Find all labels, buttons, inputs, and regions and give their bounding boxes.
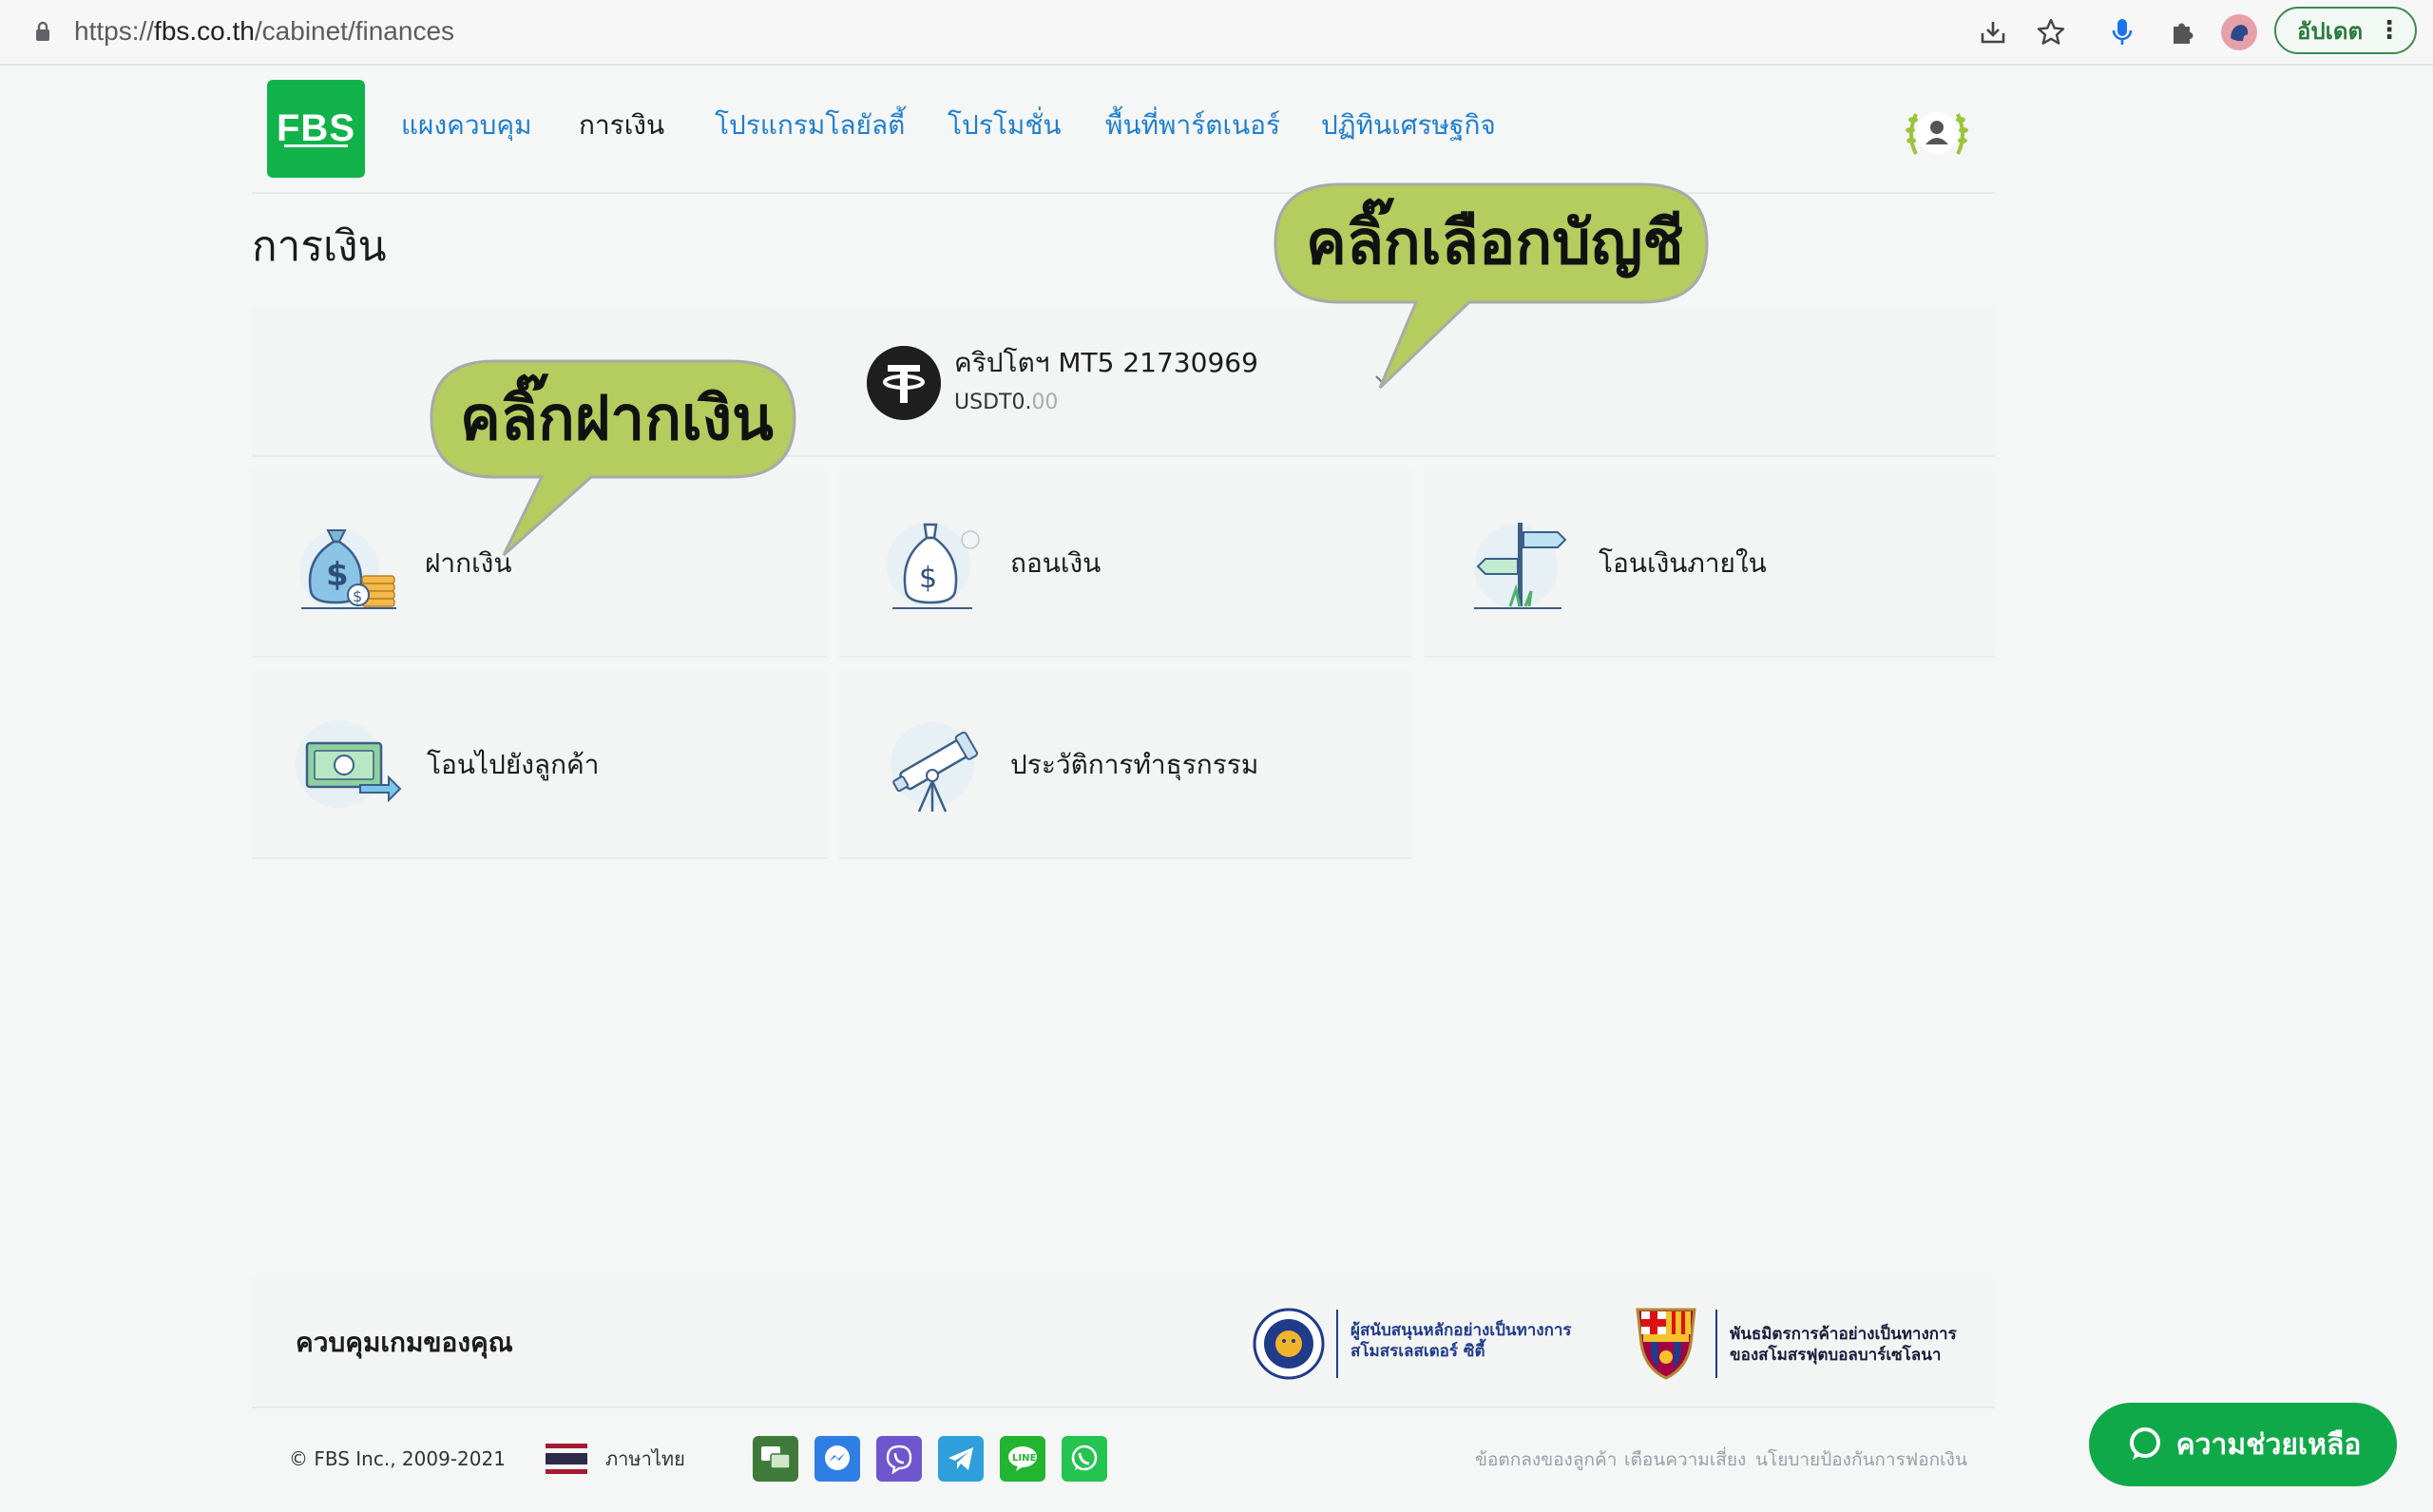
- svg-text:$: $: [919, 562, 937, 595]
- language-selector[interactable]: ภาษาไทย: [605, 1445, 685, 1473]
- transfer-to-client-label: โอนไปยังลูกค้า: [427, 749, 600, 780]
- user-avatar-icon[interactable]: [1903, 99, 1971, 167]
- profile-avatar-icon[interactable]: [2220, 13, 2258, 51]
- viber-icon[interactable]: [876, 1436, 922, 1482]
- copyright: © FBS Inc., 2009-2021: [289, 1447, 506, 1470]
- account-name: คริปโตฯ MT5 21730969: [954, 347, 1258, 378]
- more-menu-icon[interactable]: ⋮: [2377, 18, 2402, 43]
- url-path: /cabinet/finances: [254, 16, 455, 46]
- sponsor1-line1: ผู้สนับสนุนหลักอย่างเป็นทางการ: [1351, 1321, 1572, 1340]
- balance-main: USDT0.: [954, 391, 1032, 414]
- deposit-callout-text: คลิ๊กฝากเงิน: [460, 384, 774, 454]
- tether-usdt-icon: [867, 346, 941, 420]
- telegram-icon[interactable]: [938, 1436, 984, 1482]
- sponsor1-text[interactable]: ผู้สนับสนุนหลักอย่างเป็นทางการ สโมสรเลสเ…: [1351, 1320, 1572, 1362]
- line-icon[interactable]: LINE: [1000, 1436, 1045, 1482]
- messenger-icon[interactable]: [814, 1436, 860, 1482]
- transfer-to-client-tile[interactable]: โอนไปยังลูกค้า: [252, 671, 826, 859]
- help-label: ความช่วยเหลือ: [2175, 1427, 2362, 1462]
- thailand-flag-icon[interactable]: [546, 1444, 587, 1474]
- transaction-history-label: ประวัติการทำธุรกรรม: [1010, 749, 1259, 780]
- leicester-city-crest-icon[interactable]: [1253, 1308, 1325, 1380]
- nav-finances[interactable]: การเงิน: [579, 106, 664, 144]
- withdraw-tile[interactable]: $ ถอนเงิน: [839, 469, 1411, 658]
- livechat-icon[interactable]: [753, 1436, 798, 1482]
- footer-link-aml-policy[interactable]: นโยบายป้องกันการฟอกเงิน: [1755, 1446, 1967, 1473]
- fc-barcelona-crest-icon[interactable]: [1632, 1306, 1700, 1380]
- fbs-logo[interactable]: FBS: [267, 80, 365, 178]
- nav-promotions[interactable]: โปรโมชั่น: [948, 106, 1062, 144]
- microphone-icon[interactable]: [2103, 13, 2141, 51]
- url-prefix: https://: [74, 16, 155, 46]
- nav-dashboard[interactable]: แผงควบคุม: [401, 106, 532, 144]
- help-chat-button[interactable]: ความช่วยเหลือ: [2089, 1403, 2397, 1486]
- sponsor2-line1: พันธมิตรการค้าอย่างเป็นทางการ: [1730, 1325, 1957, 1344]
- withdraw-label: ถอนเงิน: [1010, 547, 1102, 579]
- transaction-history-tile[interactable]: ประวัติการทำธุรกรรม: [839, 671, 1411, 859]
- money-bag-icon: $: [887, 523, 980, 609]
- nav-loyalty-program[interactable]: โปรแกรมโลยัลตี้: [715, 106, 905, 144]
- extensions-puzzle-icon[interactable]: [2163, 13, 2201, 51]
- whatsapp-icon[interactable]: [1062, 1436, 1107, 1482]
- update-label: อัปเดต: [2297, 17, 2364, 45]
- chat-bubble-icon: [2129, 1427, 2160, 1460]
- browser-update-button[interactable]: อัปเดต ⋮: [2274, 7, 2417, 54]
- account-balance: USDT0.00: [954, 388, 1058, 418]
- header-divider: [252, 192, 1995, 194]
- install-app-icon[interactable]: [1974, 13, 2012, 51]
- internal-transfer-label: โอนเงินภายใน: [1599, 547, 1767, 579]
- footer-link-client-agreement[interactable]: ข้อตกลงของลูกค้า: [1475, 1446, 1617, 1473]
- sponsor2-text[interactable]: พันธมิตรการค้าอย่างเป็นทางการ ของสโมสรฟุ…: [1730, 1324, 1957, 1366]
- sponsor-divider-2: [1715, 1310, 1717, 1378]
- signpost-icon: [1474, 523, 1567, 609]
- internal-transfer-tile[interactable]: โอนเงินภายใน: [1425, 469, 1995, 658]
- svg-text:$: $: [353, 587, 362, 605]
- lock-icon: [36, 21, 49, 41]
- sponsor2-line2: ของสโมสรฟุตบอลบาร์เซโลนา: [1730, 1346, 1942, 1365]
- svg-text:$: $: [326, 556, 349, 594]
- sponsor1-line2: สโมสรเลสเตอร์ ซิตี้: [1351, 1342, 1485, 1361]
- footer-link-risk-warning[interactable]: เตือนความเสี่ยง: [1624, 1446, 1746, 1473]
- footer-title: ควบคุมเกมของคุณ: [296, 1327, 513, 1358]
- url-domain: fbs.co.th: [154, 16, 255, 46]
- svg-text:LINE: LINE: [1012, 1453, 1036, 1464]
- address-bar[interactable]: https://fbs.co.th/cabinet/finances: [74, 13, 454, 49]
- telescope-icon: [891, 722, 979, 813]
- banknote-transfer-icon: [296, 720, 402, 808]
- balance-cents: 00: [1031, 391, 1059, 414]
- bookmark-star-icon[interactable]: [2032, 13, 2070, 51]
- money-bag-coins-icon: $ $: [299, 529, 396, 610]
- sponsor-divider: [1336, 1310, 1338, 1378]
- logo-underline: [284, 144, 348, 147]
- nav-partner-area[interactable]: พื้นที่พาร์ตเนอร์: [1105, 106, 1280, 144]
- footer-divider: [252, 1407, 1995, 1408]
- page-title: การเงิน: [252, 222, 387, 271]
- nav-economic-calendar[interactable]: ปฏิทินเศรษฐกิจ: [1321, 106, 1496, 144]
- account-callout-text: คลิ๊กเลือกบัญชี: [1306, 208, 1684, 278]
